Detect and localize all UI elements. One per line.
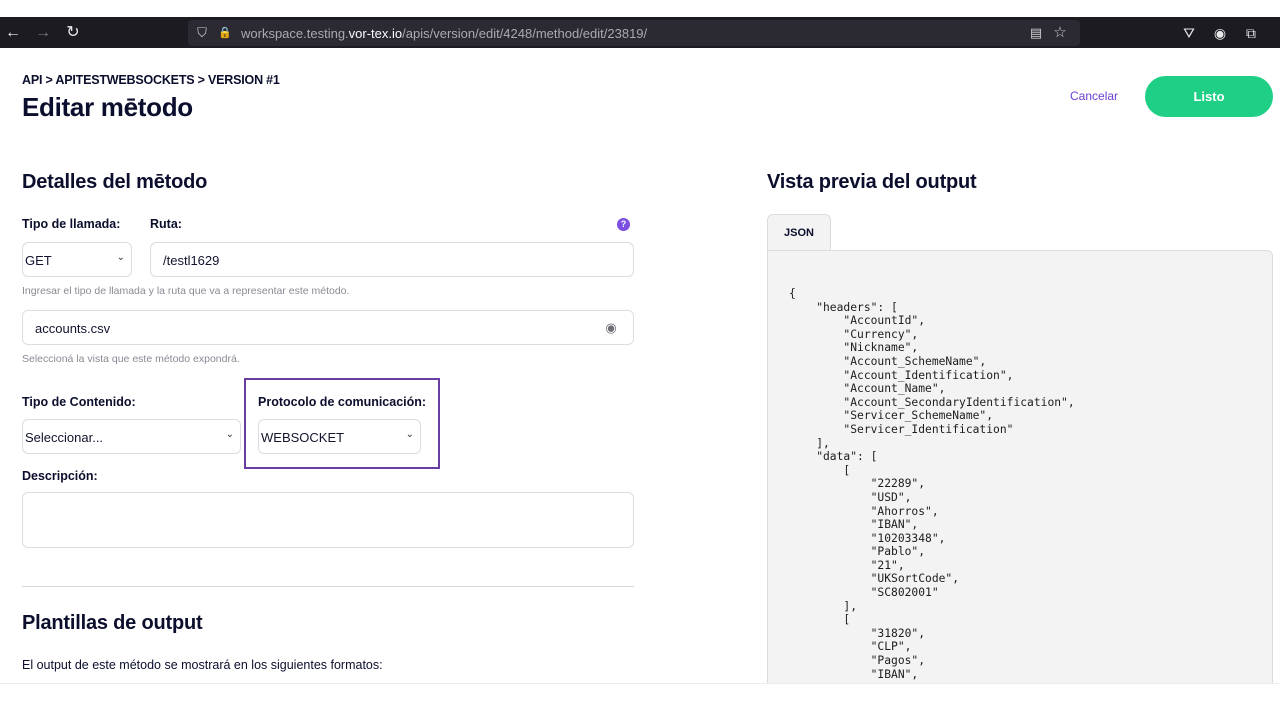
help-icon[interactable]: ? [617, 218, 630, 231]
description-label: Descripción: [22, 469, 98, 483]
json-code: { "headers": [ "AccountId", "Currency", … [789, 287, 1075, 681]
bottom-strip [0, 683, 1280, 720]
content-type-select[interactable]: Seleccionar... ⌄ [22, 419, 241, 454]
chevron-down-icon: ⌄ [225, 429, 234, 440]
view-help-text: Seleccioná la vista que este método expo… [22, 353, 240, 365]
tab-json[interactable]: JSON [767, 214, 831, 251]
chevron-down-icon: ⌄ [116, 252, 125, 263]
breadcrumb: API > APITESTWEBSOCKETS > VERSION #1 [22, 73, 280, 87]
templates-description: El output de este método se mostrará en … [22, 658, 383, 672]
json-preview-panel[interactable]: { "headers": [ "AccountId", "Currency", … [767, 250, 1273, 690]
browser-toolbar: ← → ↻ ⛉ 🔒 workspace.testing.vor-tex.io/a… [0, 17, 1280, 48]
route-value: /testl1629 [163, 253, 220, 268]
url-domain: vor-tex.io [348, 26, 403, 41]
reload-icon[interactable]: ↻ [62, 22, 84, 44]
bookmark-star-icon[interactable]: ☆ [1052, 25, 1068, 41]
preview-section-title: Vista previa del output [767, 171, 977, 193]
done-button[interactable]: Listo [1145, 76, 1273, 117]
description-textarea[interactable] [22, 492, 634, 548]
view-value: accounts.csv [35, 321, 111, 336]
protocol-label: Protocolo de comunicación: [258, 395, 427, 409]
chevron-down-icon: ⌄ [405, 429, 414, 440]
route-label: Ruta: [150, 217, 182, 231]
extensions-icon[interactable]: ⧉ [1240, 22, 1262, 44]
url-prefix: workspace.testing. [241, 26, 349, 41]
page-title: Editar mētodo [22, 92, 193, 122]
section-divider [22, 586, 634, 587]
call-type-value: GET [25, 253, 52, 268]
protocol-value: WEBSOCKET [261, 430, 345, 445]
url-text[interactable]: workspace.testing.vor-tex.io/apis/versio… [241, 26, 647, 41]
shield-icon[interactable]: ⛉ [194, 25, 210, 41]
content-type-value: Seleccionar... [25, 430, 104, 445]
reader-view-icon[interactable]: ▤ [1028, 25, 1044, 41]
templates-section-title: Plantillas de output [22, 612, 203, 634]
lock-icon[interactable]: 🔒 [217, 25, 233, 41]
call-type-select[interactable]: GET ⌄ [22, 242, 132, 277]
details-section-title: Detalles del mētodo [22, 171, 208, 193]
call-type-label: Tipo de llamada: [22, 217, 121, 231]
url-path: /apis/version/edit/4248/method/edit/2381… [402, 26, 648, 41]
cancel-button[interactable]: Cancelar [1070, 89, 1118, 103]
forward-icon[interactable]: → [32, 22, 54, 44]
route-input[interactable]: /testl1629 [150, 242, 634, 277]
content-type-label: Tipo de Contenido: [22, 395, 136, 409]
view-select[interactable]: accounts.csv ◉ [22, 310, 634, 345]
back-icon[interactable]: ← [2, 22, 24, 44]
route-help-text: Ingresar el tipo de llamada y la ruta qu… [22, 285, 350, 297]
protocol-select[interactable]: WEBSOCKET ⌄ [258, 419, 421, 454]
pocket-icon[interactable]: ⛛ [1178, 22, 1200, 44]
eye-icon[interactable]: ◉ [603, 320, 619, 336]
account-icon[interactable]: ◉ [1209, 22, 1231, 44]
address-bar[interactable]: ⛉ 🔒 workspace.testing.vor-tex.io/apis/ve… [188, 20, 1080, 46]
